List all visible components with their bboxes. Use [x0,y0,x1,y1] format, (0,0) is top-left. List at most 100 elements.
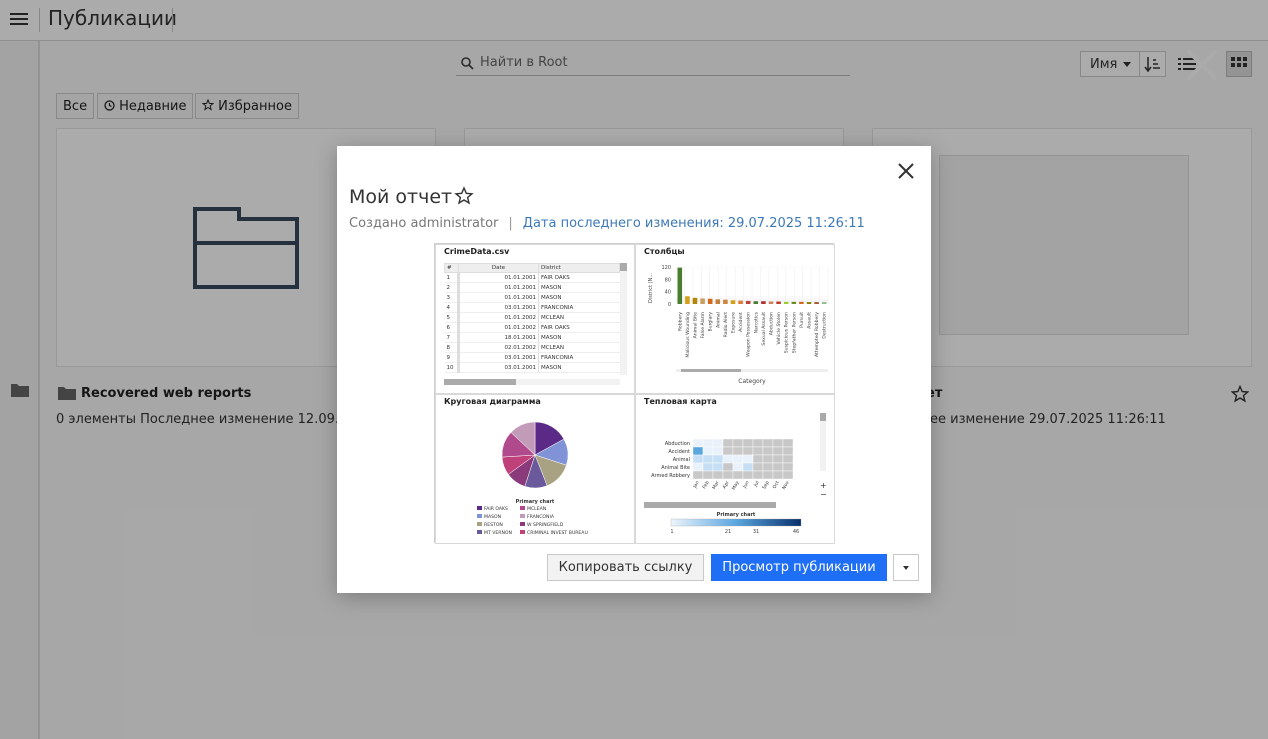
table-row[interactable]: 5 01.01.2002 MCLEAN [444,312,620,323]
legend-label: FAIR OAKS [484,506,508,512]
data-table: # Date District 1 01.01.2001 FAIR OAKS 2 01.… [444,263,620,373]
pie-chart-panel: Круговая диаграмма Primary chart FAIR OAK… [435,394,635,544]
table-cell: 10 [444,362,460,373]
table-row[interactable]: 1 01.01.2001 FAIR OAKS [444,272,620,283]
table-row[interactable]: 3 01.01.2001 MASON [444,292,620,303]
table-row[interactable]: 8 02.01.2002 MCLEAN [444,342,620,353]
meta-separator: | [508,216,513,231]
heatmap-cell [772,446,784,456]
more-options-button[interactable] [893,554,919,581]
y-tick-label: 40 [665,290,671,296]
heatmap-cell [772,438,784,448]
table-cell: MASON [538,362,620,373]
x-tick-label: Pursuit [799,312,805,328]
heatmap-cell [752,454,764,464]
table-cell: MCLEAN [538,312,620,323]
table-cell: 4 [444,302,460,313]
x-tick-label: Burglary [708,312,714,332]
table-cell: 03.01.2001 [458,302,539,313]
legend-label: MT VERNON [484,530,512,536]
heatmap-col-label: Apr [722,480,731,490]
bar [783,301,789,304]
heatmap-cell [742,470,754,480]
heatmap-cell [712,462,724,472]
table-row[interactable]: 9 03.01.2001 FRANCONIA [444,352,620,363]
heatmap-cell [732,454,744,464]
table-cell: 03.01.2001 [458,352,539,363]
table-row[interactable]: 2 01.01.2001 MASON [444,282,620,293]
table-row[interactable]: 10 03.01.2001 MASON [444,362,620,373]
x-tick-label: Abduction [769,312,775,335]
bar [745,300,751,304]
heatmap-cell [712,454,724,464]
horizontal-scrollbar[interactable] [444,379,620,385]
table-cell: 5 [444,312,460,323]
table-cell: FAIR OAKS [538,272,620,283]
vertical-scrollbar[interactable] [620,263,627,375]
close-icon[interactable] [896,161,916,181]
x-tick-label: Attempted Robbery [814,312,820,357]
heatmap-cell [702,462,714,472]
scale-tick-label: 31 [753,529,759,535]
copy-link-button[interactable]: Копировать ссылку [547,554,704,581]
legend-swatch [477,530,482,534]
view-publication-button[interactable]: Просмотр публикации [711,554,887,581]
table-row[interactable]: 7 18.01.2001 MASON [444,332,620,343]
dialog-meta: Создано administrator | Дата последнего из… [349,216,865,231]
table-cell: FRANCONIA [538,352,620,363]
table-body: 1 01.01.2001 FAIR OAKS 2 01.01.2001 MASON 3 01.… [444,272,620,373]
heatmap-cell [772,462,784,472]
heatmap-col-label: Sep [761,480,771,491]
x-tick-label: Animal Bite [693,312,699,339]
table-cell: 03.01.2001 [458,362,539,373]
legend-swatch [520,514,525,518]
x-tick-label: Animal [715,312,721,328]
heatmap-cell [702,470,714,480]
vertical-scrollbar [820,413,826,471]
table-cell: FAIR OAKS [538,322,620,333]
heatmap-cell [732,470,744,480]
heatmap-cell [732,462,744,472]
heatmap-cell [722,462,734,472]
y-tick-label: 80 [665,277,671,283]
bar [776,301,781,304]
x-tick-label: Robbery [677,312,683,331]
table-cell: 6 [444,322,460,333]
heatmap-panel: Тепловая карта Abduction Accident Animal An… [635,394,835,544]
legend-title: Primary chart [516,499,555,505]
heatmap-col-label: Jun [741,480,750,490]
table-cell: 2 [444,282,460,293]
heatmap-cell [712,470,724,480]
heatmap-cell [732,438,744,448]
bar-chart-panel: Столбцы 120 80 40 0 District (N... Robbery Mal… [635,244,835,394]
heatmap-col-label: Jan [691,480,700,490]
bar [799,301,804,304]
column-header: Date [458,263,539,273]
heatmap-cell [782,454,794,464]
heatmap-cell [722,446,734,456]
legend-swatch [477,506,482,510]
bar [753,301,759,304]
dialog-title: Мой отчет [349,186,453,208]
legend-label: FRANCONIA [527,514,555,520]
table-row[interactable]: 6 01.01.2002 FAIR OAKS [444,322,620,333]
pie-chart: Primary chart FAIR OAKS MCLEAN MASON FRANCON… [477,421,588,536]
x-tick-label: Vehicle Stolen [776,312,782,345]
legend-title: Primary chart [717,512,756,518]
legend-swatch [477,514,482,518]
favorite-star-icon[interactable] [454,186,474,210]
x-tick-label: Radio Alert [723,312,729,338]
heatmap-cell [702,438,714,448]
heatmap-cell [782,470,794,480]
table-row[interactable]: 4 03.01.2001 FRANCONIA [444,302,620,313]
scale-tick-label: 1 [670,529,673,535]
bar [707,298,713,304]
heatmap-row-label: Accident [668,449,690,455]
heatmap-col-label: May [731,480,741,491]
x-tick-label: Destruction [822,312,828,339]
legend-swatch [520,530,525,534]
bar [700,298,705,304]
heatmap-cell [752,462,764,472]
zoom-out-icon: − [820,490,827,499]
publication-dialog: Мой отчет Создано administrator | Дата пос… [337,146,931,593]
